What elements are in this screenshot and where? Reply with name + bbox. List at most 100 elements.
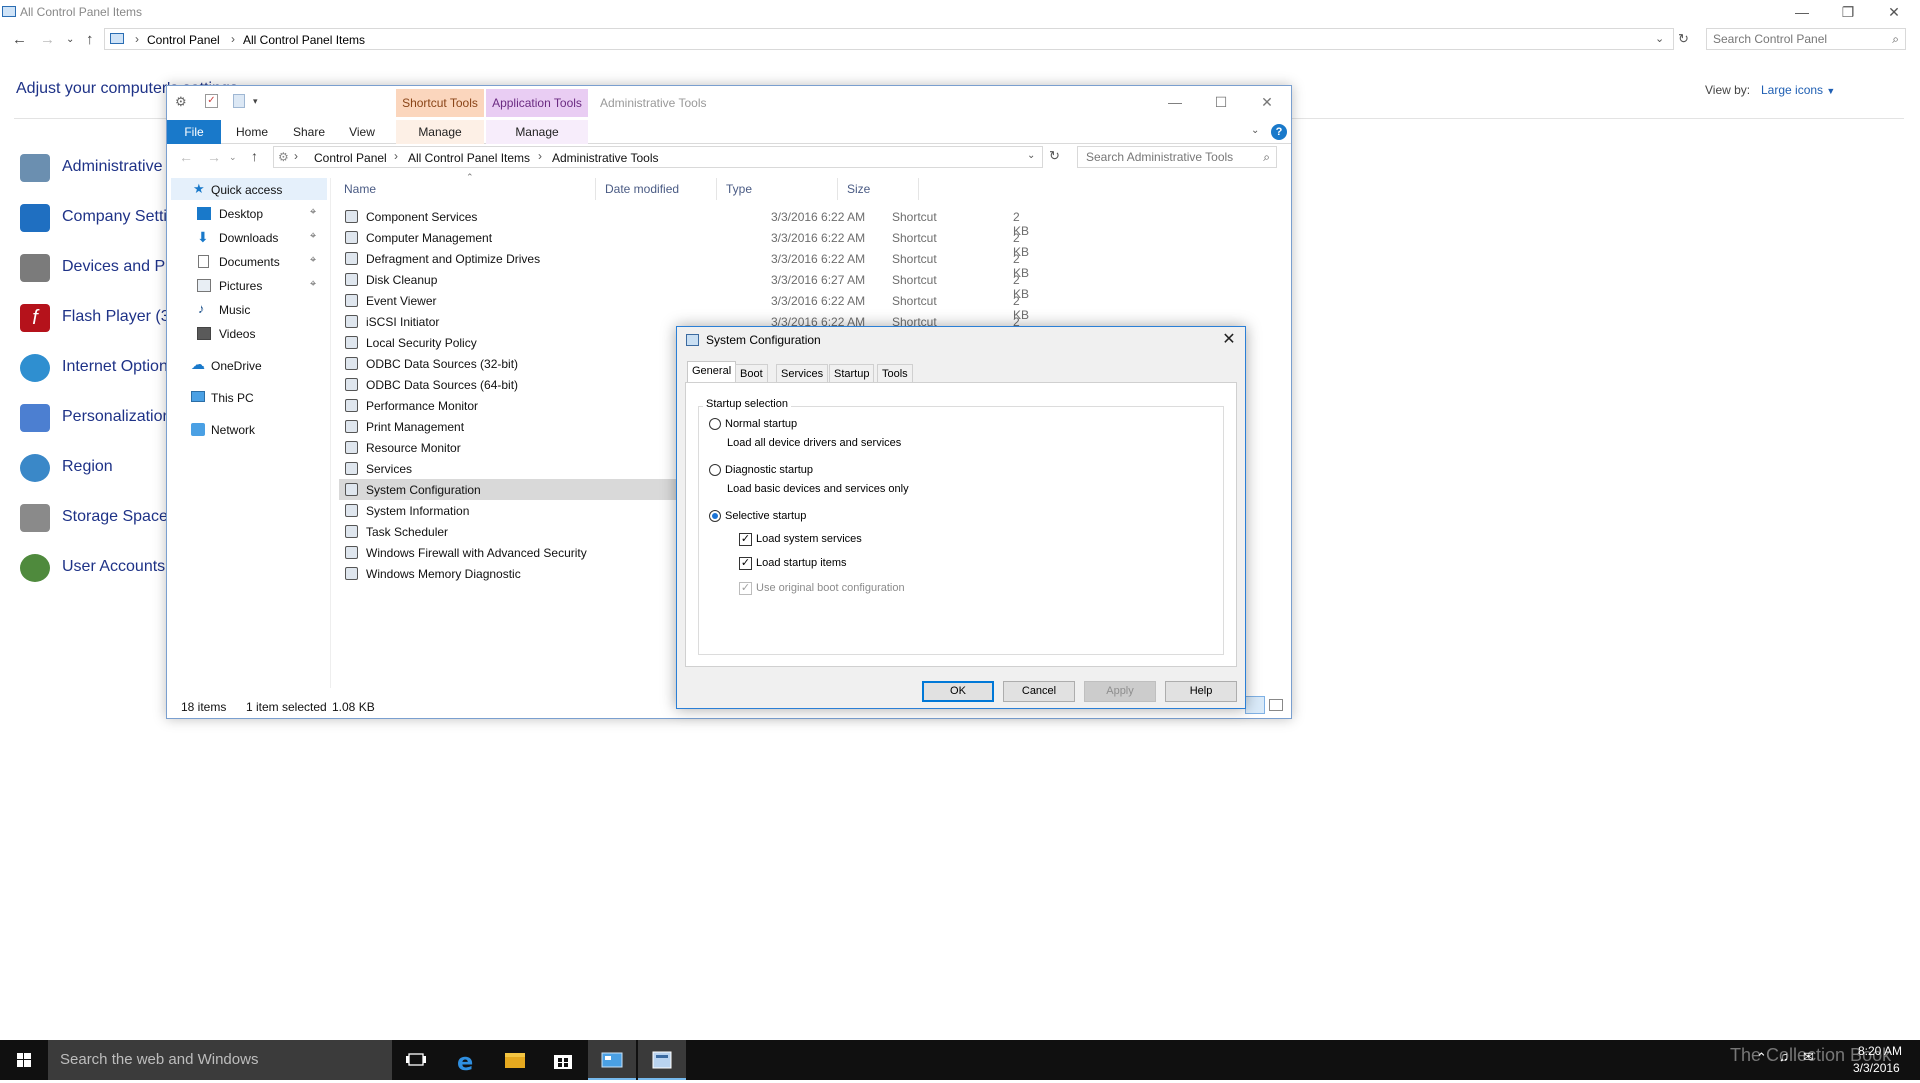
dialog-close-button[interactable]: ✕: [1213, 328, 1245, 352]
nav-item-videos[interactable]: Videos: [167, 322, 327, 346]
pin-icon[interactable]: ⌖: [310, 230, 316, 243]
nav-item-quick-access[interactable]: ★ Quick access: [167, 178, 327, 202]
diagnostic-startup-label[interactable]: Diagnostic startup: [725, 464, 813, 476]
new-folder-icon[interactable]: [233, 94, 245, 108]
load-system-services-label[interactable]: Load system services: [756, 533, 862, 545]
diagnostic-startup-radio[interactable]: [709, 464, 721, 476]
cp-item-company-settings[interactable]: Company Settings: [18, 198, 193, 238]
explorer-close-button[interactable]: ✕: [1245, 90, 1289, 114]
cp-item-user-accounts[interactable]: User Accounts: [18, 548, 188, 588]
details-view-icon[interactable]: [1245, 696, 1265, 714]
control-panel-address-bar[interactable]: › Control Panel › All Control Panel Item…: [104, 28, 1674, 50]
column-divider[interactable]: [837, 178, 838, 200]
cp-item-flash-player[interactable]: f Flash Player (32-bit): [18, 298, 206, 338]
action-center-icon[interactable]: ✉: [1803, 1049, 1814, 1065]
back-arrow-icon[interactable]: ←: [12, 31, 27, 48]
clock-time[interactable]: 8:20 AM: [1858, 1044, 1902, 1058]
tab-tools[interactable]: Tools: [877, 364, 913, 382]
control-panel-search-input[interactable]: Search Control Panel ⌕: [1706, 28, 1906, 50]
cp-item-internet-options[interactable]: Internet Options: [18, 348, 188, 388]
pin-icon[interactable]: ⌖: [310, 254, 316, 267]
taskbar-edge-button[interactable]: e: [443, 1040, 491, 1080]
breadcrumb-administrative-tools[interactable]: Administrative Tools: [552, 151, 659, 165]
expand-ribbon-chevron-icon[interactable]: ⌄: [1251, 125, 1259, 136]
nav-item-music[interactable]: ♪ Music: [167, 298, 327, 322]
start-button[interactable]: [0, 1040, 48, 1080]
use-original-boot-checkbox[interactable]: ✓: [739, 582, 752, 595]
tab-startup[interactable]: Startup: [829, 364, 875, 382]
ok-button[interactable]: OK: [922, 681, 994, 702]
nav-item-documents[interactable]: Documents ⌖: [167, 250, 327, 274]
help-icon[interactable]: ?: [1271, 124, 1287, 140]
task-view-button[interactable]: [392, 1040, 440, 1080]
file-row[interactable]: Component Services 3/3/2016 6:22 AM Shortc…: [339, 206, 1029, 238]
apply-button[interactable]: Apply: [1084, 681, 1156, 702]
close-button[interactable]: ✕: [1872, 2, 1916, 22]
cp-item-storage-spaces[interactable]: Storage Spaces: [18, 498, 188, 538]
recent-locations-chevron-icon[interactable]: ⌄: [66, 34, 74, 45]
tab-boot[interactable]: Boot: [735, 364, 768, 382]
help-button[interactable]: Help: [1165, 681, 1237, 702]
nav-item-network[interactable]: Network: [167, 418, 327, 442]
tab-manage-shortcut[interactable]: Manage: [396, 120, 484, 144]
explorer-maximize-button[interactable]: ☐: [1199, 90, 1243, 114]
properties-icon[interactable]: ✓: [205, 94, 218, 108]
nav-item-downloads[interactable]: ⬇ Downloads ⌖: [167, 226, 327, 250]
file-row[interactable]: Computer Management 3/3/2016 6:22 AM Short…: [339, 227, 1029, 259]
show-hidden-icons-chevron-icon[interactable]: ⌃: [1756, 1050, 1767, 1066]
file-row[interactable]: Disk Cleanup 3/3/2016 6:27 AM Shortcut 2 KB: [339, 269, 1029, 301]
tab-services[interactable]: Services: [776, 364, 829, 382]
volume-icon[interactable]: ♫: [1779, 1049, 1789, 1064]
cp-item-region[interactable]: Region: [18, 448, 188, 488]
nav-item-desktop[interactable]: Desktop ⌖: [167, 202, 327, 226]
minimize-button[interactable]: —: [1780, 2, 1824, 22]
explorer-search-input[interactable]: Search Administrative Tools ⌕: [1077, 146, 1277, 168]
tab-share[interactable]: Share: [283, 120, 335, 144]
nav-item-this-pc[interactable]: This PC: [167, 386, 327, 410]
tab-file[interactable]: File: [167, 120, 221, 144]
load-system-services-checkbox[interactable]: ✓: [739, 533, 752, 546]
taskbar-search-input[interactable]: Search the web and Windows: [48, 1040, 392, 1080]
column-header-name[interactable]: Name: [344, 182, 376, 196]
explorer-minimize-button[interactable]: —: [1153, 90, 1197, 114]
selective-startup-label[interactable]: Selective startup: [725, 510, 806, 522]
forward-arrow-icon[interactable]: →: [207, 149, 221, 165]
recent-locations-chevron-icon[interactable]: ⌄: [229, 152, 237, 163]
breadcrumb-control-panel[interactable]: Control Panel: [147, 33, 220, 47]
breadcrumb-all-items[interactable]: All Control Panel Items: [408, 151, 530, 165]
back-arrow-icon[interactable]: ←: [179, 149, 193, 165]
customize-toolbar-chevron-icon[interactable]: ▾: [253, 96, 258, 107]
pin-icon[interactable]: ⌖: [310, 206, 316, 219]
nav-item-pictures[interactable]: Pictures ⌖: [167, 274, 327, 298]
file-row[interactable]: Defragment and Optimize Drives 3/3/2016 6…: [339, 248, 1029, 280]
breadcrumb-control-panel[interactable]: Control Panel: [314, 151, 387, 165]
pin-icon[interactable]: ⌖: [310, 278, 316, 291]
load-startup-items-checkbox[interactable]: ✓: [739, 557, 752, 570]
selective-startup-radio[interactable]: [709, 510, 721, 522]
up-arrow-icon[interactable]: ↑: [251, 148, 258, 164]
restore-button[interactable]: ❐: [1826, 2, 1870, 22]
load-startup-items-label[interactable]: Load startup items: [756, 557, 847, 569]
refresh-icon[interactable]: ↻: [1678, 31, 1689, 47]
tab-manage-application[interactable]: Manage: [486, 120, 588, 144]
column-header-date-modified[interactable]: Date modified: [605, 182, 679, 196]
up-arrow-icon[interactable]: ↑: [86, 31, 94, 48]
column-divider[interactable]: [595, 178, 596, 200]
address-dropdown-icon[interactable]: ⌄: [1655, 32, 1664, 45]
column-divider[interactable]: [716, 178, 717, 200]
column-divider[interactable]: [918, 178, 919, 200]
clock-date[interactable]: 3/3/2016: [1853, 1061, 1900, 1075]
cp-item-administrative-tools[interactable]: Administrative Tools: [18, 148, 204, 188]
address-dropdown-icon[interactable]: ⌄: [1027, 150, 1035, 161]
tab-view[interactable]: View: [339, 120, 385, 144]
quick-access-toolbar-icon[interactable]: ⚙: [175, 94, 187, 110]
refresh-icon[interactable]: ↻: [1049, 148, 1060, 164]
view-by-dropdown[interactable]: Large icons ▼: [1761, 83, 1835, 97]
taskbar-file-explorer-button[interactable]: [491, 1040, 539, 1080]
file-row[interactable]: Event Viewer 3/3/2016 6:22 AM Shortcut 2 KB: [339, 290, 1029, 322]
taskbar-control-panel-button[interactable]: [588, 1040, 636, 1080]
tab-general[interactable]: General: [687, 361, 737, 382]
large-icons-view-icon[interactable]: [1269, 699, 1283, 711]
column-header-type[interactable]: Type: [726, 182, 752, 196]
forward-arrow-icon[interactable]: →: [40, 31, 55, 48]
